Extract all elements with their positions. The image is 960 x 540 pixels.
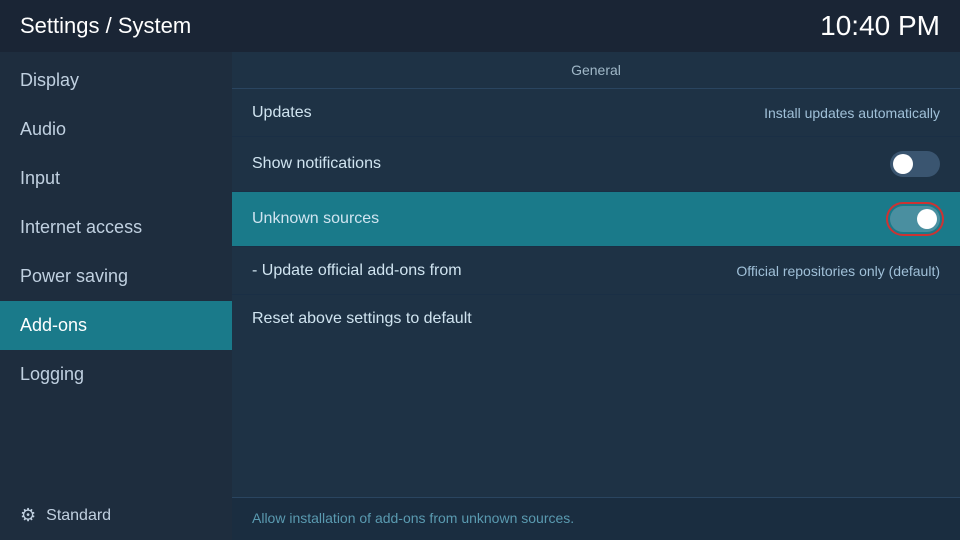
setting-label-unknown-sources: Unknown sources [252,210,379,228]
setting-label-notifications: Show notifications [252,155,381,173]
setting-label-updates: Updates [252,104,312,122]
setting-label-reset: Reset above settings to default [252,310,472,328]
setting-row-unknown-sources[interactable]: Unknown sources [232,192,960,247]
sidebar-item-display[interactable]: Display [0,56,232,105]
content-area: General Updates Install updates automati… [232,52,960,540]
setting-row-update-addons[interactable]: - Update official add-ons from Official … [232,247,960,295]
setting-row-notifications[interactable]: Show notifications [232,137,960,192]
toggle-knob-unknown-sources [917,209,937,229]
page-title: Settings / System [20,13,191,39]
sidebar-footer-label: Standard [46,507,111,525]
content-footer: Allow installation of add-ons from unkno… [232,497,960,540]
gear-icon: ⚙ [20,505,36,526]
section-header: General [232,52,960,89]
header: Settings / System 10:40 PM [0,0,960,52]
sidebar-footer: ⚙ Standard [0,491,232,540]
setting-label-update-addons: - Update official add-ons from [252,262,462,280]
sidebar-item-audio[interactable]: Audio [0,105,232,154]
sidebar-item-power-saving[interactable]: Power saving [0,252,232,301]
main-layout: Display Audio Input Internet access Powe… [0,52,960,540]
toggle-notifications[interactable] [890,151,940,177]
sidebar-item-input[interactable]: Input [0,154,232,203]
clock: 10:40 PM [820,10,940,42]
sidebar: Display Audio Input Internet access Powe… [0,52,232,540]
toggle-unknown-sources[interactable] [890,206,940,232]
footer-description: Allow installation of add-ons from unkno… [252,510,574,526]
setting-row-updates[interactable]: Updates Install updates automatically [232,89,960,137]
setting-value-updates: Install updates automatically [764,105,940,121]
sidebar-item-add-ons[interactable]: Add-ons [0,301,232,350]
toggle-knob-notifications [893,154,913,174]
setting-value-update-addons: Official repositories only (default) [736,263,940,279]
settings-list: Updates Install updates automatically Sh… [232,89,960,497]
sidebar-item-internet-access[interactable]: Internet access [0,203,232,252]
sidebar-item-logging[interactable]: Logging [0,350,232,399]
setting-row-reset[interactable]: Reset above settings to default [232,295,960,343]
